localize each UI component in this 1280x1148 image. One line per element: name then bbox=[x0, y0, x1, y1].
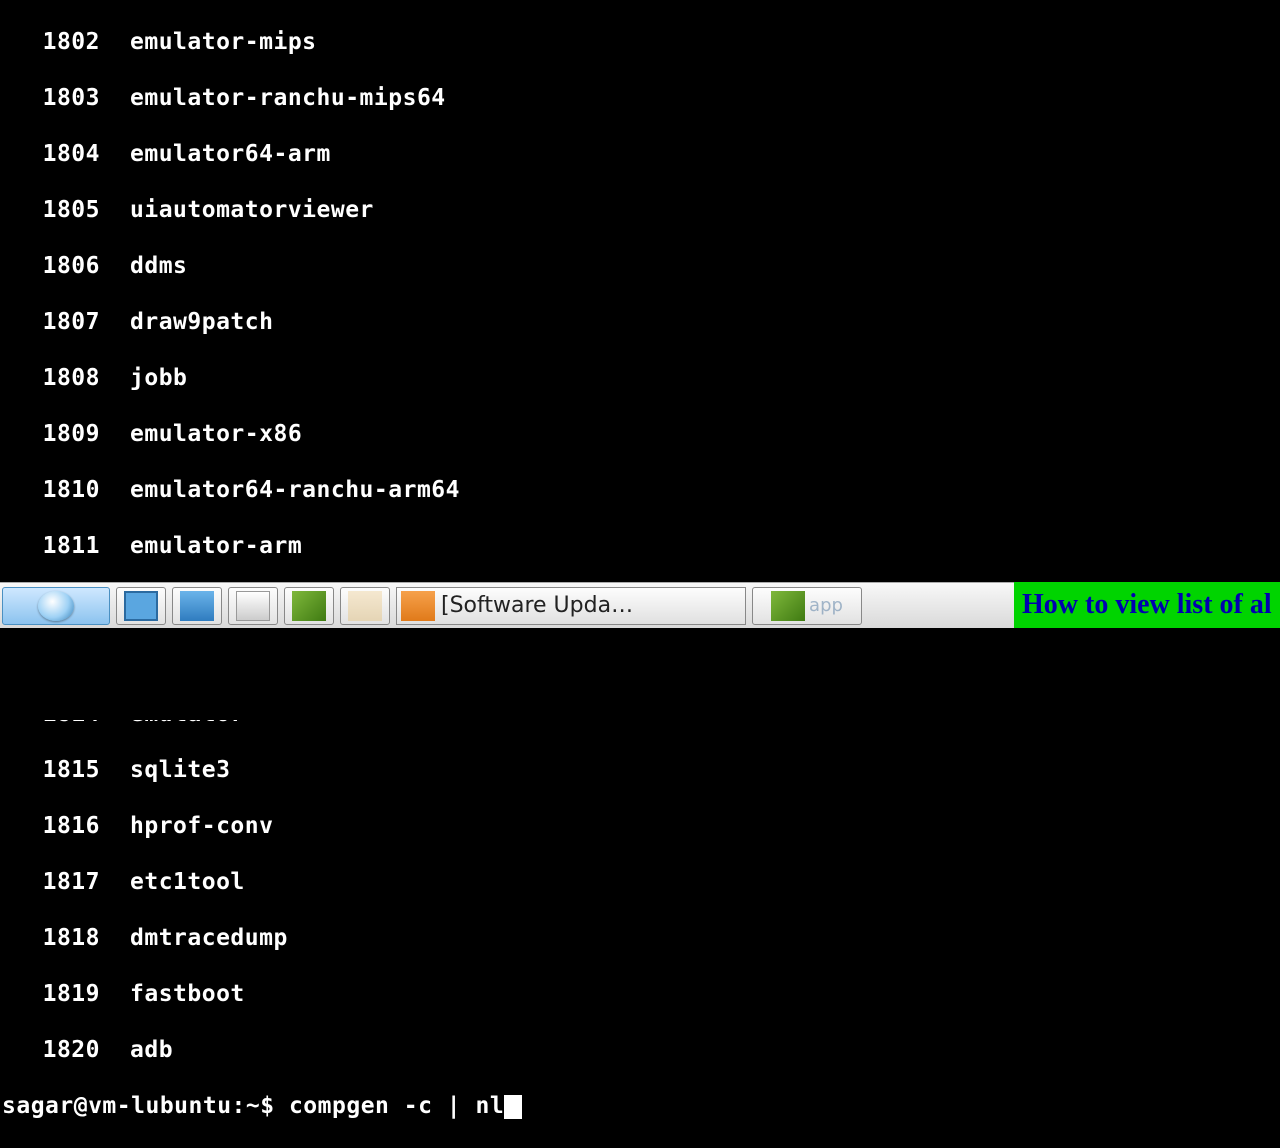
command-name: emulator-arm bbox=[130, 533, 302, 559]
lubuntu-logo-icon bbox=[38, 591, 74, 621]
file-manager-launcher[interactable] bbox=[116, 587, 166, 625]
command-name: ddms bbox=[130, 253, 187, 279]
command-name: adb bbox=[130, 1037, 173, 1063]
terminal-icon bbox=[771, 591, 805, 621]
line-number: 1809 bbox=[0, 420, 130, 448]
globe-icon bbox=[180, 591, 214, 621]
terminal-icon bbox=[292, 591, 326, 621]
line-number: 1810 bbox=[0, 476, 130, 504]
line-number: 1819 bbox=[0, 980, 130, 1008]
line-number: 1820 bbox=[0, 1036, 130, 1064]
folder-icon bbox=[124, 591, 158, 621]
cursor-block bbox=[504, 1095, 522, 1119]
task-label: [Software Upda… bbox=[441, 593, 633, 618]
terminal-task[interactable]: app bbox=[752, 587, 862, 625]
window-icon bbox=[236, 591, 270, 621]
letterbox-bottom bbox=[0, 628, 1280, 720]
terminal-output[interactable]: 1802emulator-mips 1803emulator-ranchu-mi… bbox=[0, 0, 1280, 580]
line-number: 1807 bbox=[0, 308, 130, 336]
line-number: 1817 bbox=[0, 868, 130, 896]
command-name: fastboot bbox=[130, 981, 245, 1007]
tutorial-banner: How to view list of al bbox=[1014, 582, 1280, 628]
command-name: uiautomatorviewer bbox=[130, 197, 374, 223]
line-number: 1806 bbox=[0, 252, 130, 280]
line-number: 1816 bbox=[0, 812, 130, 840]
updater-icon bbox=[401, 591, 435, 621]
task-label: app bbox=[805, 595, 843, 616]
line-number: 1802 bbox=[0, 28, 130, 56]
browser-launcher[interactable] bbox=[172, 587, 222, 625]
command-name: emulator64-arm bbox=[130, 141, 331, 167]
line-number: 1811 bbox=[0, 532, 130, 560]
shell-prompt: sagar@vm-lubuntu:~$ bbox=[2, 1093, 289, 1119]
banner-text: How to view list of al bbox=[1022, 589, 1272, 621]
command-name: dmtracedump bbox=[130, 925, 288, 951]
typed-command[interactable]: compgen -c | nl bbox=[289, 1093, 504, 1119]
line-number: 1805 bbox=[0, 196, 130, 224]
app-icon bbox=[348, 591, 382, 621]
line-number: 1815 bbox=[0, 756, 130, 784]
window-list-button[interactable] bbox=[228, 587, 278, 625]
command-name: etc1tool bbox=[130, 869, 245, 895]
line-number: 1818 bbox=[0, 924, 130, 952]
command-name: emulator64-ranchu-arm64 bbox=[130, 477, 460, 503]
command-name: emulator-mips bbox=[130, 29, 317, 55]
start-menu-button[interactable] bbox=[2, 587, 110, 625]
command-name: hprof-conv bbox=[130, 813, 273, 839]
line-number: 1804 bbox=[0, 140, 130, 168]
command-name: jobb bbox=[130, 365, 187, 391]
command-name: sqlite3 bbox=[130, 757, 230, 783]
line-number: 1808 bbox=[0, 364, 130, 392]
command-name: draw9patch bbox=[130, 309, 273, 335]
terminal-launcher[interactable] bbox=[284, 587, 334, 625]
app-launcher-1[interactable] bbox=[340, 587, 390, 625]
command-name: emulator-x86 bbox=[130, 421, 302, 447]
line-number: 1803 bbox=[0, 84, 130, 112]
software-updater-task[interactable]: [Software Upda… bbox=[396, 587, 746, 625]
command-name: emulator-ranchu-mips64 bbox=[130, 85, 446, 111]
